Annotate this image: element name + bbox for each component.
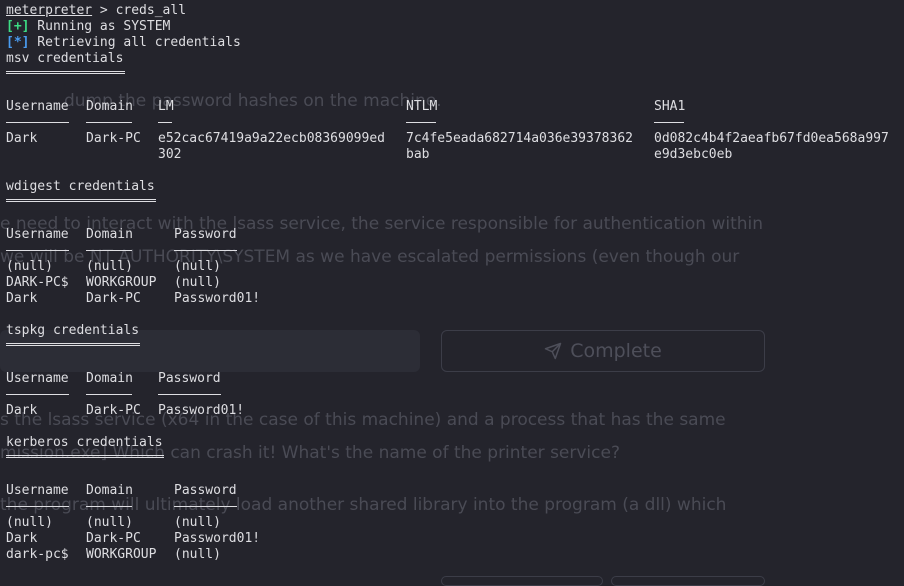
header-underline: [6, 394, 69, 395]
column-header: NTLM: [406, 99, 438, 114]
column-header: LM: [158, 99, 174, 114]
cell-ntlm-hash: 7c4fe5eada682714a036e39378362: [406, 131, 633, 146]
cell-password: Password01!: [174, 531, 261, 546]
header-underline: [86, 250, 132, 251]
section-underline: [6, 455, 164, 458]
cell-password: (null): [174, 275, 221, 290]
cell-sha1-hash: e9d3ebc0eb: [654, 147, 733, 162]
cell-domain: Dark-PC: [86, 131, 141, 146]
column-header: Password: [174, 227, 237, 242]
column-header: Username: [6, 227, 69, 242]
cell-password: Password01!: [158, 403, 245, 418]
column-header: Domain: [86, 227, 133, 242]
cell-username: (null): [6, 515, 53, 530]
header-underline: [86, 506, 132, 507]
command-text: creds_all: [115, 3, 187, 18]
header-underline: [158, 394, 221, 395]
cell-lm-hash: e52cac67419a9a22ecb08369099ed: [158, 131, 385, 146]
cell-username: Dark: [6, 403, 38, 418]
header-underline: [174, 250, 237, 251]
cell-domain: Dark-PC: [86, 403, 141, 418]
header-underline: [6, 122, 69, 123]
header-underline: [86, 394, 132, 395]
cell-username: (null): [6, 259, 53, 274]
section-title: msv credentials: [6, 51, 124, 66]
cell-username: dark-pc$: [6, 547, 69, 562]
column-header: Domain: [86, 483, 133, 498]
header-underline: [6, 250, 69, 251]
cell-lm-hash: 302: [158, 147, 182, 162]
cell-domain: Dark-PC: [86, 531, 141, 546]
header-underline: [6, 506, 69, 507]
cell-domain: WORKGROUP: [86, 547, 157, 562]
column-header: Domain: [86, 99, 133, 114]
section-title: wdigest credentials: [6, 179, 155, 194]
cell-username: Dark: [6, 531, 38, 546]
cell-domain: (null): [86, 515, 133, 530]
header-underline: [86, 122, 132, 123]
column-header: Password: [174, 483, 237, 498]
cell-username: DARK-PC$: [6, 275, 69, 290]
status-line: [+] Running as SYSTEM: [6, 19, 170, 35]
cell-username: Dark: [6, 291, 38, 306]
column-header: Username: [6, 483, 69, 498]
status-text: Running as SYSTEM: [29, 19, 171, 34]
prompt-separator: >: [92, 3, 116, 18]
cell-password: (null): [174, 259, 221, 274]
cell-password: Password01!: [174, 291, 261, 306]
header-underline: [406, 122, 436, 123]
cell-domain: WORKGROUP: [86, 275, 157, 290]
cell-domain: Dark-PC: [86, 291, 141, 306]
prompt-label: meterpreter: [6, 3, 93, 18]
column-header: Username: [6, 371, 69, 386]
column-header: Password: [158, 371, 221, 386]
cell-ntlm-hash: bab: [406, 147, 430, 162]
prompt-line: meterpreter > creds_all: [6, 3, 186, 19]
section-underline: [6, 199, 156, 202]
column-header: Domain: [86, 371, 133, 386]
section-underline: [6, 343, 140, 346]
section-underline: [6, 71, 125, 74]
cell-domain: (null): [86, 259, 133, 274]
cell-password: (null): [174, 515, 221, 530]
section-title: kerberos credentials: [6, 435, 163, 450]
column-header: Username: [6, 99, 69, 114]
cell-username: Dark: [6, 131, 38, 146]
section-title: tspkg credentials: [6, 323, 140, 338]
header-underline: [174, 506, 237, 507]
header-underline: [158, 122, 172, 123]
success-tag: [+]: [6, 19, 30, 34]
column-header: SHA1: [654, 99, 686, 114]
header-underline: [654, 122, 684, 123]
status-line: [*] Retrieving all credentials: [6, 35, 241, 51]
terminal-output: meterpreter > creds_all [+] Running as S…: [0, 0, 904, 582]
cell-sha1-hash: 0d082c4b4f2aeafb67fd0ea568a997: [654, 131, 889, 146]
info-tag: [*]: [6, 35, 30, 50]
cell-password: (null): [174, 547, 221, 562]
status-text: Retrieving all credentials: [29, 35, 241, 50]
